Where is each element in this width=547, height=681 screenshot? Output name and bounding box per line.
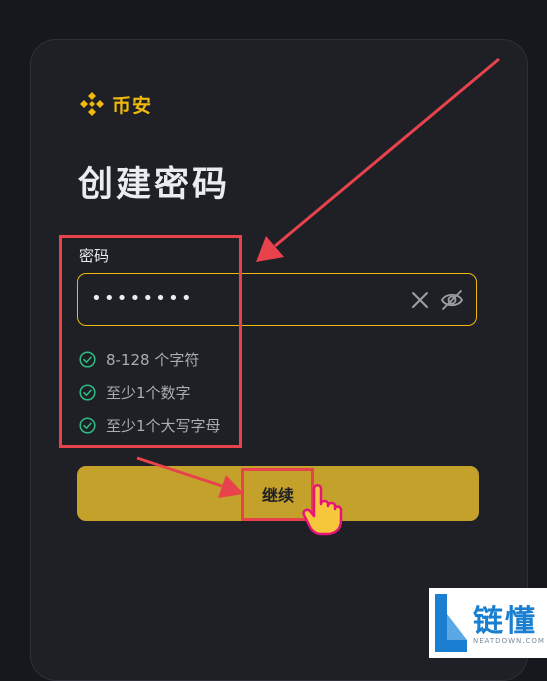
- requirement-uppercase: 至少1个大写字母: [79, 415, 221, 436]
- password-value[interactable]: ••••••••: [91, 288, 194, 309]
- watermark: 链懂 NEATDOWN.COM: [429, 588, 547, 658]
- password-field[interactable]: ••••••••: [77, 273, 477, 326]
- requirement-length: 8-128 个字符: [79, 349, 199, 370]
- continue-label: 继续: [261, 486, 294, 505]
- check-circle-icon: [79, 351, 96, 368]
- clear-icon[interactable]: [410, 290, 430, 310]
- password-label: 密码: [79, 247, 110, 265]
- requirement-text: 8-128 个字符: [106, 351, 200, 369]
- requirement-text: 至少1个数字: [106, 384, 191, 402]
- requirement-number: 至少1个数字: [79, 382, 191, 403]
- check-circle-icon: [79, 417, 96, 434]
- requirement-text: 至少1个大写字母: [106, 417, 221, 435]
- page-title: 创建密码: [78, 165, 231, 205]
- binance-logo-icon: [80, 92, 104, 116]
- watermark-logo-icon: [435, 594, 467, 652]
- brand-logo: 币安: [78, 90, 152, 118]
- continue-button[interactable]: 继续: [77, 466, 479, 521]
- check-circle-icon: [79, 384, 96, 401]
- brand-name: 币安: [112, 94, 153, 117]
- watermark-subtitle: NEATDOWN.COM: [473, 637, 545, 645]
- eye-off-icon[interactable]: [440, 289, 464, 311]
- watermark-title: 链懂: [473, 604, 537, 639]
